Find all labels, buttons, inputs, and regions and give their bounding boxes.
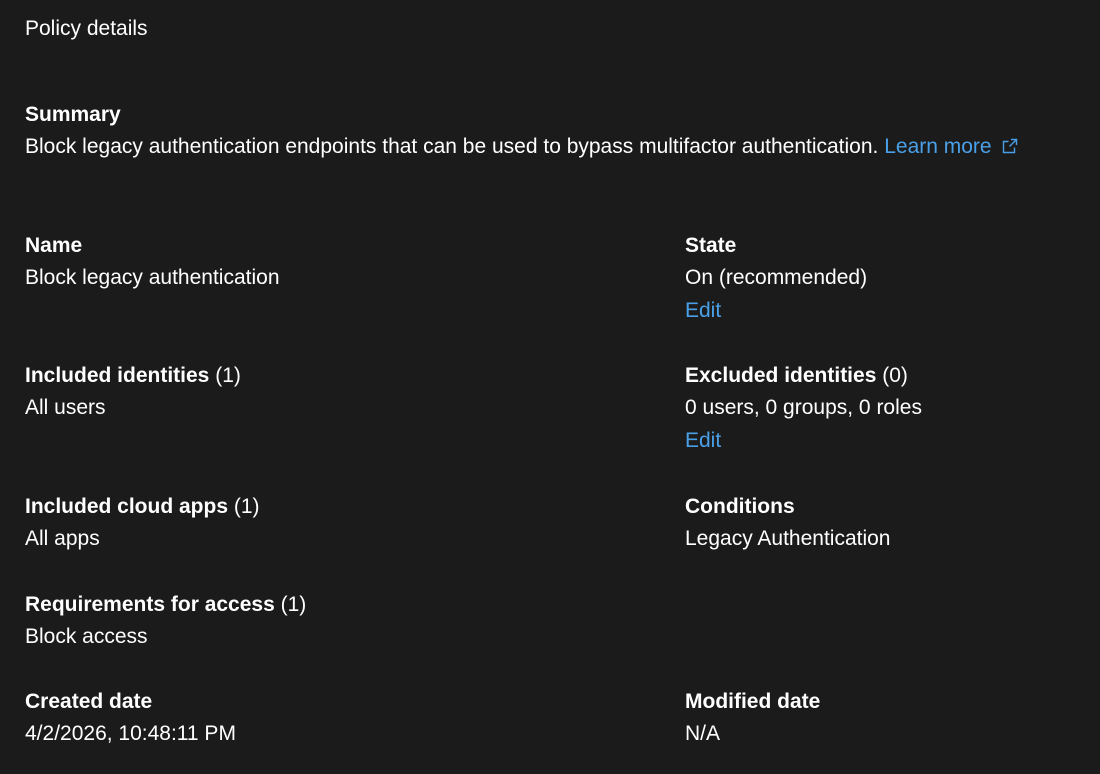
excluded-identities-field: Excluded identities (0) 0 users, 0 group… [685, 362, 1085, 456]
policy-details-panel: Policy details Summary Block legacy auth… [0, 0, 1100, 774]
state-value: On (recommended) [685, 266, 868, 289]
excluded-identities-label-row: Excluded identities (0) [685, 362, 1085, 390]
modified-date-value: N/A [685, 722, 721, 745]
summary-label: Summary [25, 103, 121, 126]
name-field: Name Block legacy authentication [25, 232, 425, 293]
conditions-label: Conditions [685, 495, 795, 518]
included-identities-value: All users [25, 396, 106, 419]
excluded-identities-edit-link[interactable]: Edit [685, 426, 721, 456]
state-edit-link[interactable]: Edit [685, 296, 721, 326]
included-identities-label: Included identities [25, 364, 210, 387]
included-identities-label-row: Included identities (1) [25, 362, 425, 390]
learn-more-link[interactable]: Learn more [884, 135, 1017, 158]
created-date-value: 4/2/2026, 10:48:11 PM [25, 722, 236, 745]
state-field: State On (recommended) Edit [685, 232, 1085, 326]
name-label: Name [25, 234, 83, 257]
external-link-icon [1002, 133, 1018, 163]
requirements-value: Block access [25, 625, 148, 648]
included-cloud-apps-value: All apps [25, 527, 100, 550]
summary-section: Summary Block legacy authentication endp… [25, 101, 1085, 163]
state-label: State [685, 234, 737, 257]
excluded-identities-value: 0 users, 0 groups, 0 roles [685, 396, 922, 419]
conditions-value: Legacy Authentication [685, 527, 891, 550]
excluded-identities-label: Excluded identities [685, 364, 877, 387]
modified-date-label: Modified date [685, 690, 821, 713]
conditions-field: Conditions Legacy Authentication [685, 493, 1085, 554]
created-date-label: Created date [25, 690, 153, 713]
page-title: Policy details [25, 17, 148, 40]
included-identities-count: (1) [215, 364, 241, 387]
requirements-label: Requirements for access [25, 593, 275, 616]
excluded-identities-count: (0) [882, 364, 908, 387]
requirements-label-row: Requirements for access (1) [25, 591, 425, 619]
included-cloud-apps-field: Included cloud apps (1) All apps [25, 493, 425, 554]
included-identities-field: Included identities (1) All users [25, 362, 425, 423]
included-cloud-apps-count: (1) [233, 495, 260, 518]
name-value: Block legacy authentication [25, 266, 280, 289]
summary-text-row: Block legacy authentication endpoints th… [25, 132, 1085, 163]
requirements-count: (1) [280, 593, 307, 616]
included-cloud-apps-label-row: Included cloud apps (1) [25, 493, 425, 521]
created-date-field: Created date 4/2/2026, 10:48:11 PM [25, 688, 425, 749]
modified-date-field: Modified date N/A [685, 688, 1085, 749]
included-cloud-apps-label: Included cloud apps [25, 495, 229, 518]
summary-text: Block legacy authentication endpoints th… [25, 135, 879, 158]
requirements-field: Requirements for access (1) Block access [25, 591, 425, 652]
learn-more-label: Learn more [884, 135, 992, 158]
